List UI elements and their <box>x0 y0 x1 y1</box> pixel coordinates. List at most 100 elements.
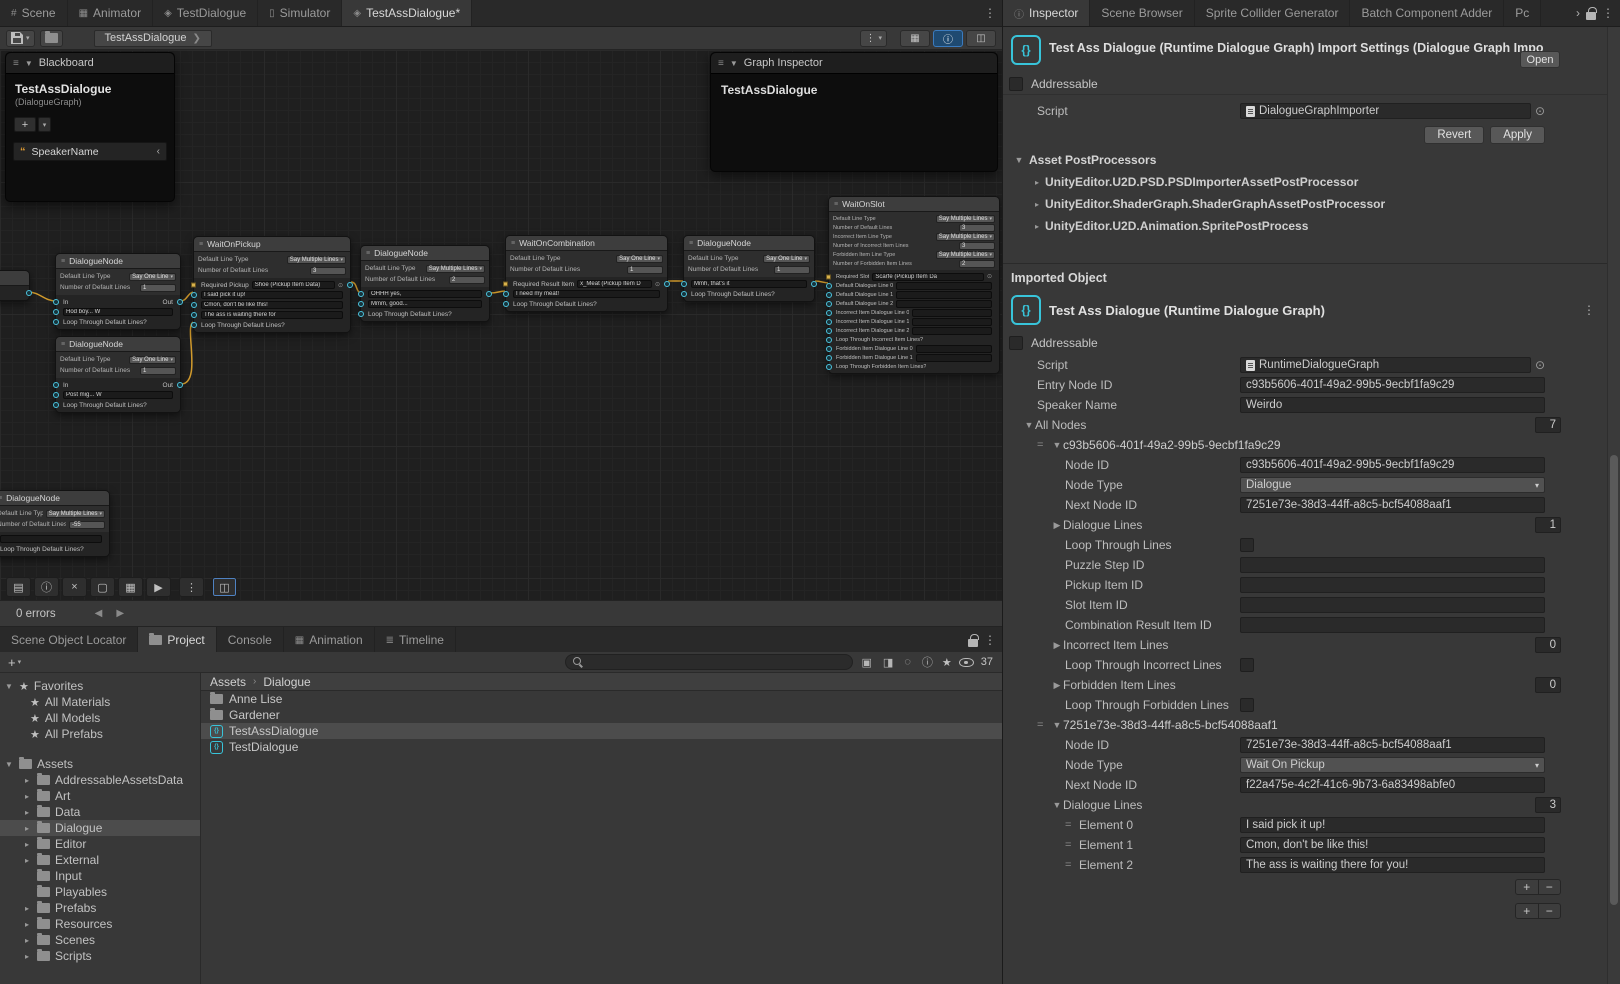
dock-tab-project[interactable]: Project <box>138 627 216 653</box>
info-icon[interactable]: ⓘ <box>920 654 935 670</box>
output-port[interactable] <box>664 281 670 287</box>
enum-dropdown-node-type[interactable]: Wait On Pickup▾ <box>1240 757 1545 773</box>
blackboard-panel[interactable]: ≡ ▼ Blackboard TestAssDialogue (Dialogue… <box>5 52 175 202</box>
input-port[interactable] <box>53 392 59 398</box>
save-button[interactable]: ▾ <box>6 30 35 47</box>
collapse-arrow-icon[interactable]: ▼ <box>730 59 738 68</box>
node-title-bar[interactable]: ≡DialogueNode <box>361 246 489 261</box>
revert-button[interactable]: Revert <box>1424 126 1484 144</box>
expand-arrow-icon[interactable]: ▸ <box>22 792 32 801</box>
graph-inspector-panel[interactable]: ≡ ▼ Graph Inspector TestAssDialogue <box>710 52 998 172</box>
text-field-node-id[interactable]: c93b5606-401f-49a2-99b5-9ecbf1fa9c29 <box>1240 457 1545 473</box>
inspector-tab-batch-component-adder[interactable]: Batch Component Adder <box>1350 0 1504 26</box>
int-field[interactable]: 2 <box>959 260 995 268</box>
input-port[interactable] <box>53 309 59 315</box>
expand-chevron-icon[interactable]: ‹ <box>157 146 160 157</box>
expand-arrow-icon[interactable]: ▸ <box>22 904 32 913</box>
script-field[interactable]: DialogueGraphImporter <box>1240 103 1531 119</box>
input-port[interactable] <box>53 299 59 305</box>
array-size-field[interactable]: 3 <box>1535 797 1561 813</box>
input-port[interactable] <box>503 301 509 307</box>
drag-handle[interactable]: = <box>1037 439 1051 451</box>
object-port[interactable] <box>191 283 196 288</box>
foldout-arrow[interactable]: ▼ <box>1051 800 1063 810</box>
blackboard-property-speakername[interactable]: “ SpeakerName ‹ <box>13 142 167 161</box>
port-text-field[interactable]: x_Meat (Pickup Item D <box>577 280 652 288</box>
array-size-field[interactable]: 0 <box>1535 637 1561 653</box>
editor-tab-simulator[interactable]: ▯Simulator <box>258 0 342 26</box>
text-field-element-0[interactable]: I said pick it up! <box>1240 817 1545 833</box>
text-field-entry-node-id[interactable]: c93b5606-401f-49a2-99b5-9ecbf1fa9c29 <box>1240 377 1545 393</box>
input-port[interactable] <box>191 302 197 308</box>
project-search[interactable] <box>565 654 853 670</box>
text-field-element-2[interactable]: The ass is waiting there for you! <box>1240 857 1545 873</box>
expand-arrow-icon[interactable]: ▸ <box>22 840 32 849</box>
node-title-bar[interactable]: ≡WaitOnSlot <box>829 197 999 212</box>
postprocessor-1[interactable]: ▸UnityEditor.ShaderGraph.ShaderGraphAsse… <box>1003 193 1607 215</box>
graph-node-wait-on-pickup[interactable]: ≡WaitOnPickupDefault Line TypeSay Multip… <box>193 236 351 333</box>
graph-tool-0[interactable]: ▤ <box>6 577 31 597</box>
input-port[interactable] <box>826 301 832 307</box>
port-text-field[interactable]: I need my meat! <box>513 290 660 298</box>
breadcrumb-assets[interactable]: Assets <box>210 675 246 689</box>
lock-icon[interactable] <box>1586 12 1596 20</box>
port-text-field[interactable]: Hod boy... W <box>63 308 173 316</box>
enum-dropdown[interactable]: Say One Line▾ <box>129 273 176 281</box>
graph-node-wait-on-combination[interactable]: ≡WaitOnCombinationDefault Line TypeSay O… <box>505 235 668 312</box>
enum-dropdown[interactable]: Say Multiple Lines▾ <box>936 215 995 223</box>
text-field-combination-result-item-id[interactable] <box>1240 617 1545 633</box>
input-port[interactable] <box>358 301 364 307</box>
remove-element-button[interactable]: − <box>1539 880 1561 894</box>
input-port[interactable] <box>191 322 197 328</box>
expand-arrow-icon[interactable]: ▸ <box>22 824 32 833</box>
drag-handle[interactable]: = <box>1037 719 1051 731</box>
editor-tab-scene[interactable]: #Scene <box>0 0 68 26</box>
node-title-bar[interactable]: ≡DialogueNode <box>56 254 180 269</box>
input-port[interactable] <box>826 328 832 334</box>
object-picker-icon[interactable]: ⊙ <box>1535 358 1545 372</box>
output-port[interactable] <box>347 282 353 288</box>
input-port[interactable] <box>826 355 832 361</box>
assets-root[interactable]: ▼Assets <box>0 756 200 772</box>
input-port[interactable] <box>826 310 832 316</box>
graph-tool-6[interactable]: ⋮ <box>179 577 204 597</box>
tree-item-addressableassetsdata[interactable]: ▸AddressableAssetsData <box>0 772 200 788</box>
package-icon[interactable]: ◨ <box>881 656 895 669</box>
input-port[interactable] <box>826 319 832 325</box>
asset-item-testdialogue[interactable]: TestDialogue <box>201 739 1002 755</box>
output-port[interactable] <box>177 299 183 305</box>
dock-tab-timeline[interactable]: ≣Timeline <box>375 627 456 653</box>
array-size-field[interactable]: 7 <box>1535 417 1561 433</box>
foldout-arrow[interactable]: ▼ <box>4 682 14 691</box>
graph-tool-2[interactable]: × <box>62 577 87 597</box>
editor-tab-testassdialogue[interactable]: ◈TestAssDialogue* <box>342 0 472 26</box>
node-title-bar[interactable]: ≡DialogueNode <box>0 491 109 506</box>
node-title-bar[interactable]: ≡WaitOnPickup <box>194 237 350 252</box>
graph-node-dialogue-d[interactable]: ≡DialogueNodeDefault Line TypeSay One Li… <box>683 235 815 302</box>
inspector-tab-inspector[interactable]: ⓘInspector <box>1003 0 1090 26</box>
input-port[interactable] <box>826 283 832 289</box>
open-button[interactable]: Open <box>1520 51 1560 68</box>
drag-handle[interactable]: = <box>1065 859 1079 871</box>
port-text-field[interactable] <box>912 309 992 317</box>
int-field[interactable]: 3 <box>310 267 346 275</box>
node-title-bar[interactable]: ≡WaitOnCombination <box>506 236 667 251</box>
graph-tool-7[interactable]: ◫ <box>212 577 237 597</box>
addressable-checkbox[interactable] <box>1009 77 1023 91</box>
input-port[interactable] <box>826 346 832 352</box>
enum-dropdown[interactable]: Say Multiple Lines▾ <box>936 233 995 241</box>
text-field-element-1[interactable]: Cmon, don't be like this! <box>1240 837 1545 853</box>
graph-breadcrumb[interactable]: TestAssDialogue ❯ <box>94 30 212 47</box>
input-port[interactable] <box>53 402 59 408</box>
graph-tool-1[interactable]: ⓘ <box>34 577 59 597</box>
favorite-item-all-prefabs[interactable]: ★All Prefabs <box>0 726 200 742</box>
port-text-field[interactable] <box>916 354 992 362</box>
output-port[interactable] <box>811 281 817 287</box>
foldout-arrow[interactable]: ▶ <box>1051 640 1063 651</box>
lock-icon[interactable] <box>968 639 978 647</box>
int-field[interactable]: -55 <box>69 521 105 529</box>
text-field-speaker-name[interactable]: Weirdo <box>1240 397 1545 413</box>
port-text-field[interactable] <box>912 318 992 326</box>
text-field-puzzle-step-id[interactable] <box>1240 557 1545 573</box>
hidden-items-icon[interactable]: ◌ <box>902 656 913 668</box>
